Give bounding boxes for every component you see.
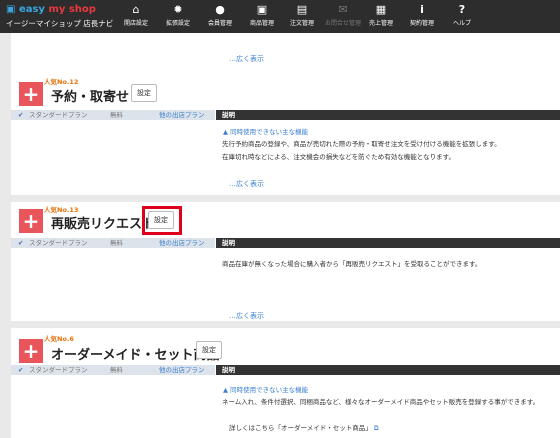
info-icon: i xyxy=(420,3,424,16)
checkmark-icon: ✔ xyxy=(18,239,24,247)
feature-title: 再販売リクエスト xyxy=(51,217,156,232)
feature-title: 予約・取寄せ xyxy=(51,90,130,105)
feature-card-reservation: 人気No.12 + 予約・取寄せ 設定 ✔ スタンダードプラン 無料 他の出店プ… xyxy=(11,75,560,195)
logo-subtitle: イージーマイショップ 店長ナビ xyxy=(6,19,114,28)
settings-button[interactable]: 設定 xyxy=(196,341,222,359)
nav-member-management[interactable]: ● 会員管理 xyxy=(199,3,241,27)
nav-store-settings[interactable]: ⌂ 開店設定 xyxy=(115,3,157,27)
incompatible-features-link[interactable]: ▲ 同時使用できない主な機能 xyxy=(223,126,308,136)
checkmark-icon: ✔ xyxy=(18,111,24,119)
plan-row: ✔ スタンダードプラン 無料 他の出店プラン xyxy=(11,365,215,375)
expand-link[interactable]: …広く表示 xyxy=(229,54,264,64)
plan-row: ✔ スタンダードプラン 無料 他の出店プラン xyxy=(11,238,215,248)
nav-contract-management[interactable]: i 契約管理 xyxy=(401,3,443,27)
nav-extension-settings[interactable]: ✹ 拡張設定 xyxy=(157,3,199,27)
nav-order-management[interactable]: ▤ 注文管理 xyxy=(281,3,323,27)
plus-icon: + xyxy=(19,339,43,363)
logo[interactable]: ▣ easy my shop イージーマイショップ 店長ナビ xyxy=(6,4,113,29)
expand-link[interactable]: …広く表示 xyxy=(229,179,264,189)
gift-icon: ▣ xyxy=(256,3,268,16)
popularity-rank: 人気No.12 xyxy=(44,78,79,86)
feature-card-resale-request: 人気No.13 + 再販売リクエスト 設定 ✔ スタンダードプラン 無料 他の出… xyxy=(11,202,560,321)
logo-mark-icon: ▣ xyxy=(6,4,16,15)
plus-icon: + xyxy=(19,82,43,106)
nav-sales-management[interactable]: ▦ 売上管理 xyxy=(360,3,402,27)
checkmark-icon: ✔ xyxy=(18,366,24,374)
settings-button[interactable]: 設定 xyxy=(131,84,157,102)
highlight-box xyxy=(142,206,182,235)
other-plan-link[interactable]: 他の出店プラン xyxy=(159,110,205,120)
logo-text-easy: easy xyxy=(18,4,45,15)
warning-icon: ▲ xyxy=(223,128,228,136)
description-line: ネーム入れ、条件付選択、同梱商品など、様々なオーダーメイド商品やセット販売を登録… xyxy=(222,398,540,406)
incompatible-features-link[interactable]: ▲ 同時使用できない主な機能 xyxy=(223,384,308,394)
description-header: 説明 xyxy=(216,365,560,375)
feature-title: オーダーメイド・セット商品 xyxy=(51,348,220,363)
expand-link[interactable]: …広く表示 xyxy=(229,311,264,321)
warning-icon: ▲ xyxy=(223,386,228,394)
nav-help[interactable]: ? ヘルプ xyxy=(441,3,483,27)
nav-product-management[interactable]: ▣ 商品管理 xyxy=(241,3,283,27)
external-link-icon: ⧉ xyxy=(373,424,379,432)
plus-icon: + xyxy=(19,209,43,233)
description-line: 先行予約商品の登録や、商品が売切れた際の予約・取寄せ注文を受け付ける機能を拡張し… xyxy=(222,140,501,148)
other-plan-link[interactable]: 他の出店プラン xyxy=(159,238,205,248)
document-icon: ▤ xyxy=(296,3,308,16)
mail-icon: ✉ xyxy=(338,3,348,16)
top-nav-bar: ▣ easy my shop イージーマイショップ 店長ナビ ⌂ 開店設定 ✹ 拡張… xyxy=(0,0,560,33)
help-icon: ? xyxy=(458,3,466,16)
gear-icon: ✹ xyxy=(173,3,183,16)
popularity-rank: 人気No.6 xyxy=(44,335,74,343)
user-icon: ● xyxy=(215,3,225,16)
details-link[interactable]: 詳しくはこちら「オーダーメイド・セット商品」 ⧉ xyxy=(229,422,378,433)
logo-text-myshop: my shop xyxy=(48,4,96,15)
description-header: 説明 xyxy=(216,110,560,120)
nav-inquiry-management[interactable]: ✉ お問合せ管理 xyxy=(322,3,364,27)
description-line: 商品在庫が無くなった場合に購入者から「再販売リクエスト」を受取ることができます。 xyxy=(222,260,482,268)
home-icon: ⌂ xyxy=(132,3,140,16)
other-plan-link[interactable]: 他の出店プラン xyxy=(159,365,205,375)
description-header: 説明 xyxy=(216,238,560,248)
description-line: 在庫切れ時などによる、注文機会の損失などを防ぐため有効な機能となります。 xyxy=(222,153,455,161)
plan-row: ✔ スタンダードプラン 無料 他の出店プラン xyxy=(11,110,215,120)
feature-card-custom-order: 人気No.6 + オーダーメイド・セット商品 設定 ✔ スタンダードプラン 無料… xyxy=(11,328,560,438)
calculator-icon: ▦ xyxy=(375,3,387,16)
